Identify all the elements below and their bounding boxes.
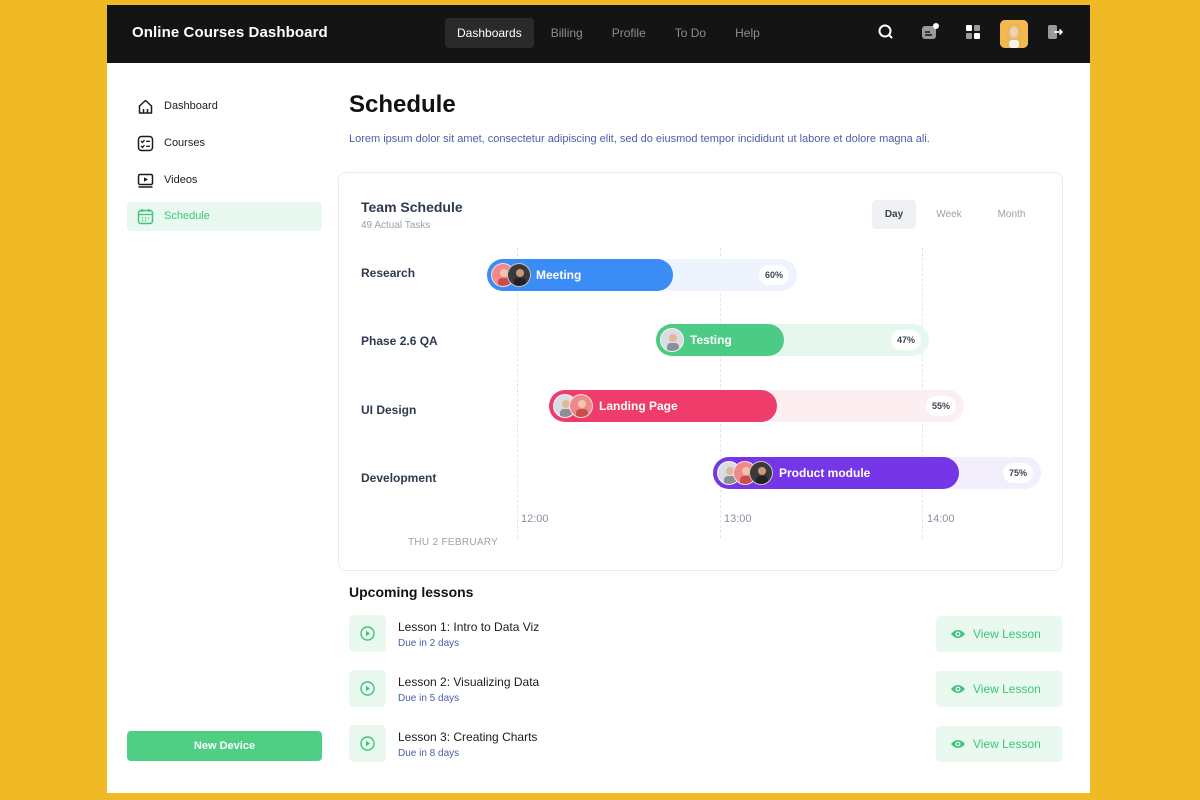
lesson-due: Due in 8 days <box>398 748 460 759</box>
range-month-button[interactable]: Month <box>984 200 1039 229</box>
play-circle-icon <box>360 626 375 641</box>
row-label-development: Development <box>361 471 437 485</box>
top-bar: Online Courses Dashboard Dashboards Bill… <box>107 5 1090 63</box>
task-label: Landing Page <box>599 399 678 413</box>
person-icon <box>514 269 526 286</box>
time-tick: 12:00 <box>521 513 549 525</box>
task-track-testing[interactable]: Testing 47% <box>656 324 929 356</box>
nav-item-todo[interactable]: To Do <box>663 18 718 48</box>
user-avatar-icon <box>1000 20 1028 48</box>
task-track-meeting[interactable]: Meeting 60% <box>487 259 797 291</box>
card-title: Team Schedule <box>361 199 463 215</box>
calendar-icon <box>137 209 154 225</box>
view-lesson-button[interactable]: View Lesson <box>936 726 1062 762</box>
person-icon <box>576 400 588 417</box>
task-track-product-module[interactable]: Product module 75% <box>713 457 1041 489</box>
notification-icon[interactable] <box>919 21 941 43</box>
lesson-title[interactable]: Lesson 2: Visualizing Data <box>398 675 539 689</box>
task-label: Meeting <box>536 268 582 282</box>
page-title: Schedule <box>349 91 456 118</box>
eye-icon <box>951 740 965 748</box>
view-lesson-button[interactable]: View Lesson <box>936 616 1062 652</box>
nav-item-help[interactable]: Help <box>723 18 772 48</box>
lesson-play-button[interactable] <box>349 615 386 652</box>
eye-icon <box>951 685 965 693</box>
task-percent: 75% <box>1002 463 1033 483</box>
sidebar-item-label: Schedule <box>164 210 210 222</box>
grid-line <box>517 248 518 538</box>
logout-icon[interactable] <box>1044 21 1066 43</box>
sidebar-item-label: Videos <box>164 174 198 186</box>
top-nav: Dashboards Billing Profile To Do Help <box>445 18 777 48</box>
date-label: THU 2 FEBRUARY <box>408 537 499 548</box>
view-lesson-label: View Lesson <box>973 627 1041 641</box>
sidebar-item-schedule[interactable]: Schedule <box>127 202 322 231</box>
lesson-title[interactable]: Lesson 1: Intro to Data Viz <box>398 620 539 634</box>
task-percent: 47% <box>890 330 921 350</box>
task-label: Product module <box>779 466 871 480</box>
nav-item-billing[interactable]: Billing <box>539 18 595 48</box>
member-avatar <box>507 263 531 287</box>
person-icon <box>756 467 768 484</box>
member-avatar <box>660 328 684 352</box>
task-bar-meeting[interactable]: Meeting <box>487 259 673 291</box>
sidebar-item-videos[interactable]: Videos <box>127 166 322 195</box>
app-title: Online Courses Dashboard <box>132 24 328 41</box>
video-icon <box>137 173 154 188</box>
view-lesson-label: View Lesson <box>973 737 1041 751</box>
time-tick: 14:00 <box>927 513 955 525</box>
range-day-button[interactable]: Day <box>872 200 916 229</box>
task-bar-testing[interactable]: Testing <box>656 324 785 356</box>
nav-item-dashboards[interactable]: Dashboards <box>445 18 534 48</box>
lesson-play-button[interactable] <box>349 670 386 707</box>
sidebar-item-label: Dashboard <box>164 100 218 112</box>
lesson-play-button[interactable] <box>349 725 386 762</box>
sidebar-item-label: Courses <box>164 137 205 149</box>
task-bar-product-module[interactable]: Product module <box>713 457 959 489</box>
sidebar-item-dashboard[interactable]: Dashboard <box>127 92 322 121</box>
card-subtitle: 49 Actual Tasks <box>361 220 431 231</box>
task-label: Testing <box>690 333 732 347</box>
task-bar-landing-page[interactable]: Landing Page <box>549 390 778 422</box>
task-track-landing-page[interactable]: Landing Page 55% <box>549 390 964 422</box>
member-avatar <box>569 394 593 418</box>
member-avatar <box>749 461 773 485</box>
search-icon[interactable] <box>875 21 897 43</box>
time-tick: 13:00 <box>724 513 752 525</box>
page-subtitle: Lorem ipsum dolor sit amet, consectetur … <box>349 133 930 145</box>
new-device-button[interactable]: New Device <box>127 731 322 761</box>
app-window: Online Courses Dashboard Dashboards Bill… <box>107 5 1090 793</box>
avatar[interactable] <box>1000 20 1028 48</box>
play-circle-icon <box>360 681 375 696</box>
checklist-icon <box>137 135 154 152</box>
team-schedule-card: Team Schedule 49 Actual Tasks Day Week M… <box>338 172 1063 571</box>
task-percent: 60% <box>758 265 789 285</box>
view-lesson-label: View Lesson <box>973 682 1041 696</box>
lesson-title[interactable]: Lesson 3: Creating Charts <box>398 730 537 744</box>
person-icon <box>667 334 679 351</box>
row-label-qa: Phase 2.6 QA <box>361 334 438 348</box>
home-icon <box>138 99 153 114</box>
row-label-research: Research <box>361 266 416 280</box>
upcoming-lessons-title: Upcoming lessons <box>349 584 474 600</box>
view-lesson-button[interactable]: View Lesson <box>936 671 1062 707</box>
nav-item-profile[interactable]: Profile <box>600 18 658 48</box>
lesson-due: Due in 2 days <box>398 638 460 649</box>
sidebar: Dashboard Courses Videos Schedule New De… <box>107 63 337 793</box>
apps-grid-icon[interactable] <box>962 21 984 43</box>
eye-icon <box>951 630 965 638</box>
range-week-button[interactable]: Week <box>927 200 971 229</box>
row-label-ui-design: UI Design <box>361 403 417 417</box>
play-circle-icon <box>360 736 375 751</box>
task-percent: 55% <box>925 396 956 416</box>
sidebar-item-courses[interactable]: Courses <box>127 129 322 158</box>
lesson-due: Due in 5 days <box>398 693 460 704</box>
